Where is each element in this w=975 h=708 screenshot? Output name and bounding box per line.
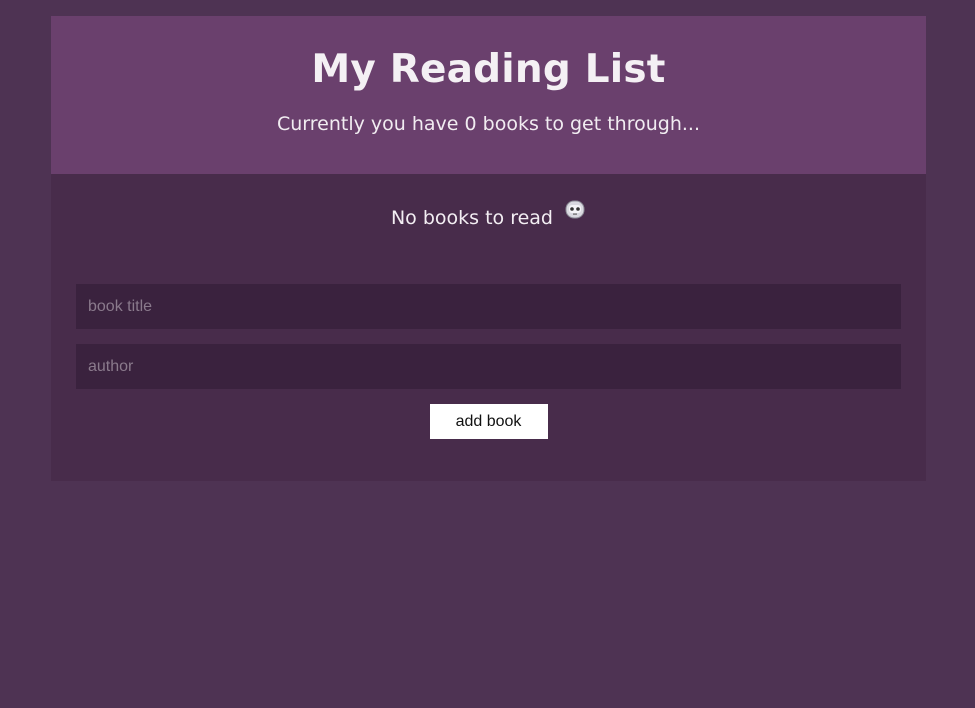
add-book-button[interactable]: add book <box>429 404 548 439</box>
submit-row: add book <box>76 404 901 439</box>
reading-list-app: My Reading List Currently you have 0 boo… <box>51 16 926 481</box>
main-content: No books to read add book <box>51 174 926 481</box>
book-title-input[interactable] <box>76 284 901 329</box>
add-book-form: add book <box>76 284 901 439</box>
book-count-text: Currently you have 0 books to get throug… <box>276 113 701 135</box>
empty-state: No books to read <box>51 174 926 231</box>
robot-face-icon <box>564 200 586 220</box>
page-title: My Reading List <box>311 47 666 92</box>
header: My Reading List Currently you have 0 boo… <box>51 16 926 174</box>
empty-message: No books to read <box>390 207 553 229</box>
author-input[interactable] <box>76 344 901 389</box>
